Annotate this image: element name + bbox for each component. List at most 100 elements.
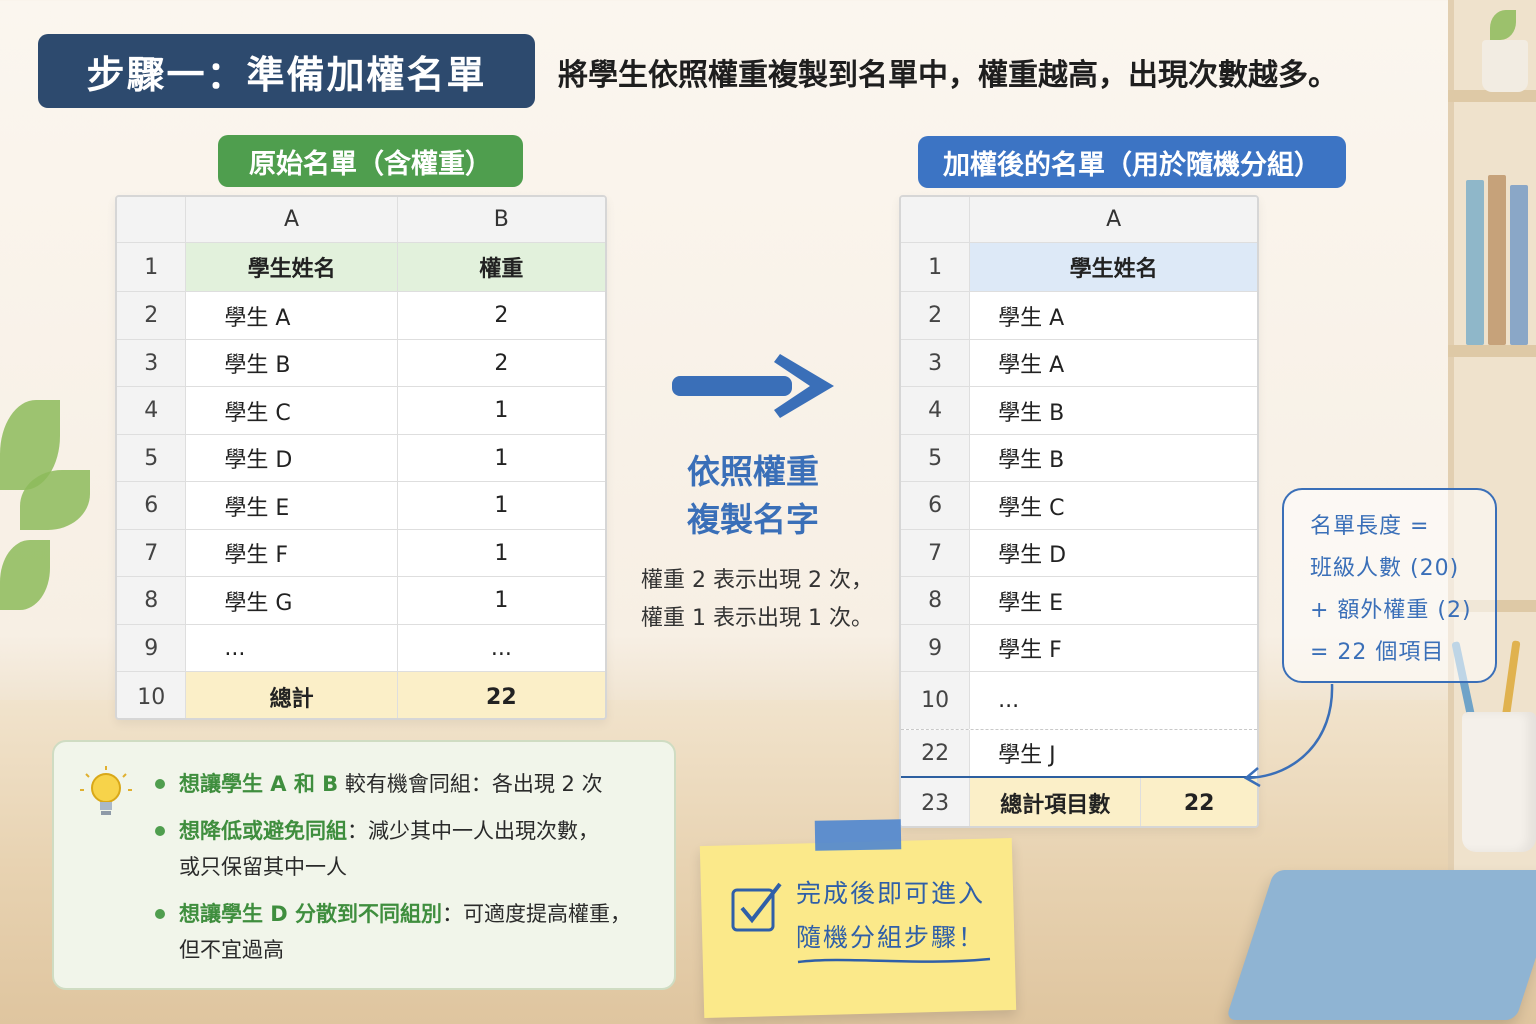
pencil-cup <box>1462 712 1536 852</box>
shelf-board <box>1448 345 1536 357</box>
row-number: 22 <box>901 730 971 776</box>
student-name-cell[interactable]: 學生 D <box>970 530 1257 576</box>
student-name-cell[interactable]: 學生 A <box>186 292 398 339</box>
row-number: 5 <box>901 435 971 481</box>
table-row: 9 學生 F <box>901 625 1257 672</box>
student-name-cell[interactable]: 學生 A <box>970 292 1257 339</box>
tip-item: 想降低或避免同組：減少其中一人出現次數， 或只保留其中一人 <box>155 813 599 885</box>
table-row: 6 學生 C <box>901 482 1257 530</box>
annotation-line: 名單長度 = <box>1310 514 1430 539</box>
tape-strip <box>814 819 902 851</box>
header-cell-weight[interactable]: 權重 <box>397 243 605 291</box>
row-number: 2 <box>117 292 187 339</box>
total-label-cell[interactable]: 總計項目數 <box>970 778 1142 826</box>
total-value-cell[interactable]: 22 <box>397 672 605 718</box>
student-name-cell[interactable]: 學生 E <box>186 482 398 529</box>
student-name-cell[interactable]: 學生 A <box>970 340 1257 386</box>
plant-pot <box>1482 40 1528 92</box>
table-row: 8 學生 E <box>901 577 1257 625</box>
row-number: 6 <box>117 482 187 529</box>
row-number: 10 <box>901 672 971 729</box>
tip-text: 較有機會同組：各出現 2 次 <box>338 772 603 796</box>
table-row: 1 學生姓名 權重 <box>117 243 605 292</box>
row-number: 2 <box>901 292 971 339</box>
row-number: 1 <box>901 243 971 291</box>
total-row: 10 總計 22 <box>117 672 605 718</box>
tip-text-continued: 但不宜過高 <box>179 938 284 962</box>
tip-highlight: 想讓學生 D 分散到不同組別 <box>179 902 443 926</box>
student-name-cell[interactable]: 學生 J <box>970 730 1257 776</box>
student-name-cell[interactable]: 學生 C <box>186 387 398 434</box>
student-name-cell[interactable]: 學生 C <box>970 482 1257 529</box>
weight-cell[interactable]: 1 <box>398 482 605 529</box>
original-list-sheet: A B 1 學生姓名 權重 2 學生 A 2 3 學生 B 2 4 學生 C 1… <box>115 195 607 720</box>
table-row: 5 學生 D 1 <box>117 435 605 482</box>
explanation-line: 權重 1 表示出現 1 次。 <box>641 606 873 631</box>
bullet-icon <box>155 779 165 789</box>
row-number: 4 <box>117 387 187 434</box>
table-row: 3 學生 B 2 <box>117 340 605 387</box>
table-row: 9 ... ... <box>117 625 605 672</box>
checkbox-checked-icon <box>731 882 782 932</box>
student-name-cell[interactable]: 學生 B <box>970 435 1257 481</box>
tip-item: 想讓學生 A 和 B 較有機會同組：各出現 2 次 <box>155 766 603 802</box>
ellipsis-cell[interactable]: ... <box>186 625 398 671</box>
weighted-list-label: 加權後的名單（用於隨機分組） <box>918 136 1346 188</box>
weight-cell[interactable]: 1 <box>398 530 605 576</box>
column-header-row: A B <box>117 197 605 243</box>
column-header-a[interactable]: A <box>186 197 398 242</box>
list-length-annotation: 名單長度 = 班級人數 (20) + 額外權重 (2) = 22 個項目 <box>1282 488 1497 683</box>
weight-cell[interactable]: 2 <box>398 292 605 339</box>
table-row: 6 學生 E 1 <box>117 482 605 530</box>
student-name-cell[interactable]: 學生 B <box>186 340 398 386</box>
total-label-cell[interactable]: 總計 <box>186 672 398 718</box>
row-number: 1 <box>117 243 187 291</box>
student-name-cell[interactable]: 學生 F <box>970 625 1257 671</box>
ellipsis-cell[interactable]: ... <box>970 672 1257 729</box>
weight-cell[interactable]: 1 <box>398 387 605 434</box>
weight-cell[interactable]: 1 <box>398 435 605 481</box>
tip-highlight: 想讓學生 A 和 B <box>179 772 339 796</box>
table-row: 2 學生 A 2 <box>117 292 605 340</box>
original-list-label: 原始名單（含權重） <box>218 135 523 187</box>
row-number: 10 <box>117 672 187 718</box>
table-row: 22 學生 J <box>901 730 1257 778</box>
tip-text: ：可適度提高權重， <box>442 902 632 926</box>
tip-text-continued: 或只保留其中一人 <box>179 855 347 879</box>
weighted-list-sheet: A 1 學生姓名 2 學生 A 3 學生 A 4 學生 B 5 學生 B 6 學… <box>899 195 1259 828</box>
weight-cell[interactable]: 2 <box>398 340 605 386</box>
row-number: 23 <box>901 778 971 826</box>
copy-title-line: 依照權重 <box>687 452 819 491</box>
annotation-line: = 22 個項目 <box>1310 640 1445 665</box>
row-number: 5 <box>117 435 187 481</box>
student-name-cell[interactable]: 學生 F <box>186 530 398 576</box>
header-cell-student-name[interactable]: 學生姓名 <box>970 243 1257 291</box>
explanation-line: 權重 2 表示出現 2 次， <box>641 568 873 593</box>
column-header-a[interactable]: A <box>970 197 1257 242</box>
right-arrow-icon <box>672 354 834 418</box>
annotation-line: + 額外權重 (2) <box>1310 598 1472 623</box>
tip-item: 想讓學生 D 分散到不同組別：可適度提高權重， 但不宜過高 <box>155 896 631 968</box>
row-number: 9 <box>117 625 187 671</box>
column-header-b[interactable]: B <box>397 197 605 242</box>
corner-cell <box>117 197 187 242</box>
copy-title-line: 複製名字 <box>687 500 819 539</box>
header-cell-student-name[interactable]: 學生姓名 <box>186 243 398 291</box>
student-name-cell[interactable]: 學生 E <box>970 577 1257 624</box>
underline-squiggle <box>797 957 991 964</box>
ellipsis-cell[interactable]: ... <box>398 625 605 671</box>
row-number: 8 <box>117 577 187 624</box>
student-name-cell[interactable]: 學生 B <box>970 387 1257 434</box>
book <box>1466 180 1484 345</box>
total-row: 23 總計項目數 22 <box>901 778 1257 826</box>
table-row: 4 學生 B <box>901 387 1257 435</box>
table-row: 7 學生 D <box>901 530 1257 577</box>
student-name-cell[interactable]: 學生 G <box>186 577 398 624</box>
note-line: 完成後即可進入 <box>796 879 986 908</box>
table-row: 5 學生 B <box>901 435 1257 482</box>
lightbulb-icon <box>80 766 132 815</box>
book <box>1510 185 1528 345</box>
table-row: 10 ... <box>901 672 1257 730</box>
weight-cell[interactable]: 1 <box>398 577 605 624</box>
student-name-cell[interactable]: 學生 D <box>186 435 398 481</box>
